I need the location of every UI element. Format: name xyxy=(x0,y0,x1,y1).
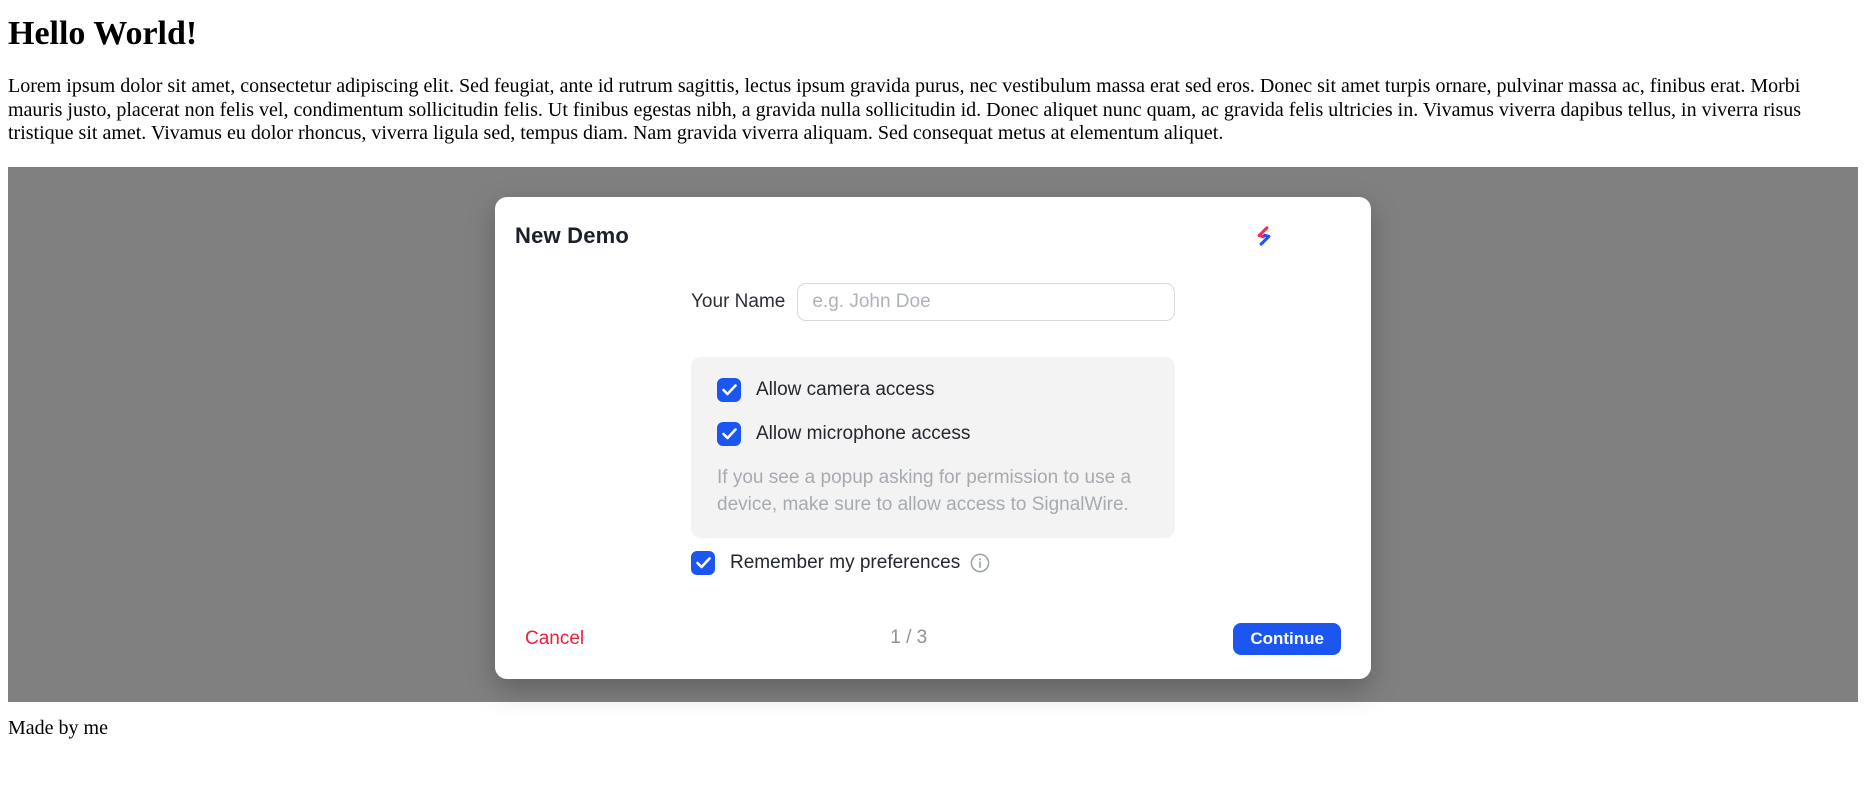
dialog-footer: Cancel 1 / 3 Continue xyxy=(495,623,1371,679)
name-input[interactable] xyxy=(797,283,1175,321)
cancel-button[interactable]: Cancel xyxy=(525,628,584,650)
permissions-panel: Allow camera access Allow microphone acc… xyxy=(691,357,1175,538)
name-field-row: Your Name xyxy=(691,283,1175,321)
check-icon xyxy=(722,384,737,396)
microphone-access-row: Allow microphone access xyxy=(717,422,1149,446)
name-field-label: Your Name xyxy=(691,291,785,313)
dialog-title: New Demo xyxy=(515,223,629,248)
demo-overlay-area: New Demo Your Name xyxy=(8,167,1858,702)
step-indicator-wrap: 1 / 3 xyxy=(584,627,1233,651)
permissions-hint-text: If you see a popup asking for permission… xyxy=(717,464,1149,518)
intro-paragraph: Lorem ipsum dolor sit amet, consectetur … xyxy=(8,75,1858,146)
remember-preferences-label: Remember my preferences xyxy=(730,552,960,574)
remember-preferences-row: Remember my preferences xyxy=(691,551,1175,575)
page-title: Hello World! xyxy=(8,15,1858,53)
dialog-header: New Demo xyxy=(495,223,1371,251)
microphone-access-label: Allow microphone access xyxy=(756,423,970,445)
page: Hello World! Lorem ipsum dolor sit amet,… xyxy=(0,15,1866,740)
step-indicator: 1 / 3 xyxy=(890,627,927,649)
camera-access-row: Allow camera access xyxy=(717,378,1149,402)
microphone-access-checkbox[interactable] xyxy=(717,422,741,446)
new-demo-dialog: New Demo Your Name xyxy=(495,197,1371,679)
camera-access-label: Allow camera access xyxy=(756,379,934,401)
info-icon[interactable] xyxy=(970,553,990,573)
check-icon xyxy=(722,428,737,440)
camera-access-checkbox[interactable] xyxy=(717,378,741,402)
check-icon xyxy=(696,557,711,569)
made-by-note: Made by me xyxy=(8,717,1858,740)
dialog-body: Your Name Allow camera access xyxy=(691,251,1175,575)
continue-button[interactable]: Continue xyxy=(1233,623,1341,655)
remember-preferences-checkbox[interactable] xyxy=(691,551,715,575)
signalwire-icon xyxy=(1253,225,1275,247)
